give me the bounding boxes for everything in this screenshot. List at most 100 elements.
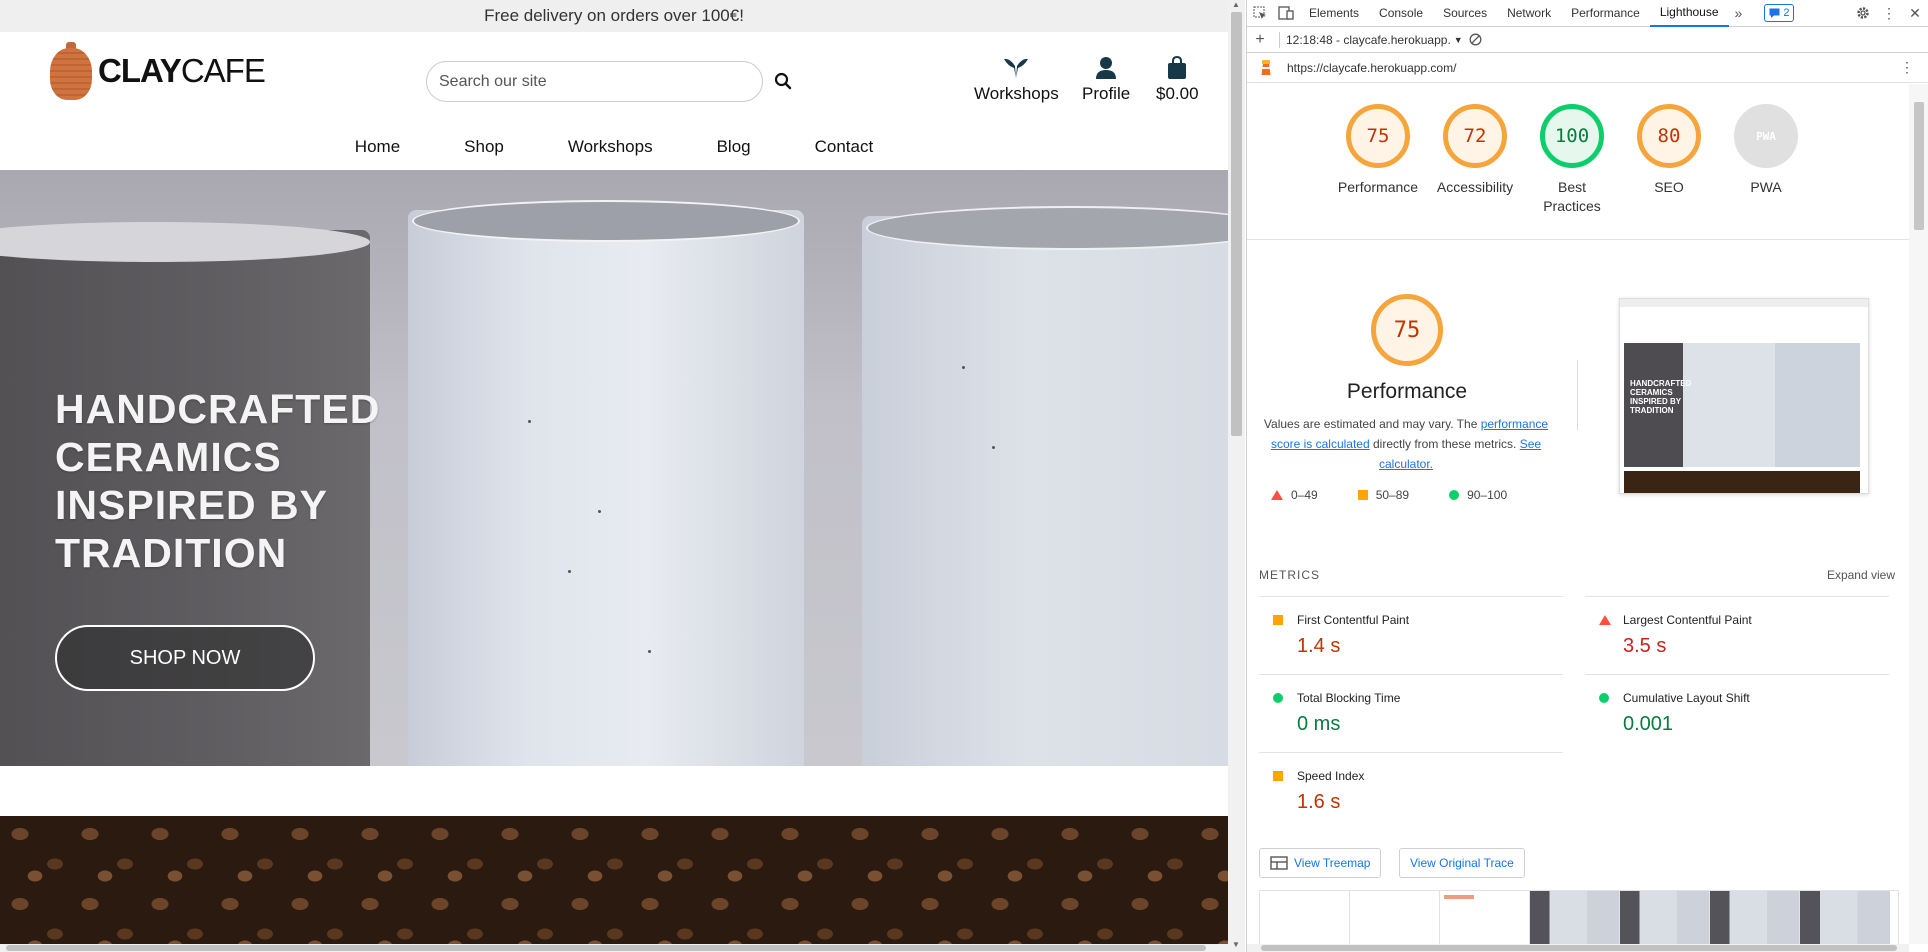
metric-cumulative-layout-shift: Cumulative Layout Shift 0.001 xyxy=(1585,674,1889,752)
shopping-bag-link[interactable]: $0.00 xyxy=(1156,56,1199,104)
workshops-icon xyxy=(1004,58,1029,78)
gauge-best-practices[interactable]: 100 Best Practices xyxy=(1525,104,1619,216)
report-dropdown-icon[interactable]: ▼ xyxy=(1454,35,1463,45)
site-header: CLAYCAFE Workshops Profile $0.00 xyxy=(0,32,1228,137)
nav-contact[interactable]: Contact xyxy=(783,137,906,171)
device-toolbar-icon[interactable] xyxy=(1273,0,1299,26)
search-icon xyxy=(774,72,792,90)
tab-console[interactable]: Console xyxy=(1369,0,1433,27)
performance-description: Values are estimated and may vary. The p… xyxy=(1263,417,1549,471)
fail-triangle-icon xyxy=(1271,490,1283,500)
fail-triangle-icon xyxy=(1599,615,1611,625)
delivery-banner: Free delivery on orders over 100€! xyxy=(0,0,1228,32)
logo-wordmark: CLAYCAFE xyxy=(98,52,266,89)
kebab-menu-icon[interactable]: ⋮ xyxy=(1876,0,1902,26)
gauge-seo[interactable]: 80 SEO xyxy=(1622,104,1716,197)
profile-label: Profile xyxy=(1082,84,1131,103)
view-original-trace-button[interactable]: View Original Trace xyxy=(1399,848,1525,878)
nav-home[interactable]: Home xyxy=(323,137,432,171)
expand-view-toggle[interactable]: Expand view xyxy=(1827,568,1895,582)
bag-total: $0.00 xyxy=(1156,84,1199,103)
average-square-icon xyxy=(1357,490,1368,500)
filmstrip-frame xyxy=(1440,891,1530,944)
delivery-banner-text: Free delivery on orders over 100€! xyxy=(484,6,744,25)
score-gauges: 75 Performance 72 Accessibility 100 Best… xyxy=(1247,84,1909,240)
metrics-header: METRICS Expand view xyxy=(1259,568,1895,582)
claycafe-logo[interactable]: CLAYCAFE xyxy=(48,42,266,100)
filmstrip-frame xyxy=(1710,891,1800,944)
gauge-performance[interactable]: 75 Performance xyxy=(1331,104,1425,197)
workshops-link[interactable]: Workshops xyxy=(974,56,1059,104)
filmstrip-frame xyxy=(1530,891,1620,944)
filmstrip-frame xyxy=(1260,891,1350,944)
tab-elements[interactable]: Elements xyxy=(1299,0,1369,27)
average-square-icon xyxy=(1273,615,1283,625)
pass-circle-icon xyxy=(1449,490,1460,500)
gauge-pwa[interactable]: PWA PWA xyxy=(1719,104,1813,197)
website-viewport: Free delivery on orders over 100€! CLAYC… xyxy=(0,0,1228,952)
filmstrip-frame xyxy=(1350,891,1440,944)
nav-workshops[interactable]: Workshops xyxy=(536,137,685,171)
site-search-input[interactable] xyxy=(426,61,763,102)
report-url[interactable]: https://claycafe.herokuapp.com/ xyxy=(1287,61,1456,75)
tab-lighthouse[interactable]: Lighthouse xyxy=(1649,0,1729,27)
filmstrip-frame xyxy=(1800,891,1890,944)
clay-pot-logo-icon xyxy=(48,42,94,100)
pass-circle-icon xyxy=(1273,693,1283,703)
report-selector[interactable]: 12:18:48 - claycafe.herokuapp. xyxy=(1286,33,1451,47)
hero-banner: HANDCRAFTED CERAMICS INSPIRED BY TRADITI… xyxy=(0,170,1228,766)
pwa-badge-icon: PWA xyxy=(1734,104,1798,168)
final-screenshot-thumbnail[interactable]: HANDCRAFTED CERAMICS INSPIRED BY TRADITI… xyxy=(1619,298,1869,494)
page-horizontal-scrollbar[interactable] xyxy=(0,944,1228,952)
metric-largest-contentful-paint: Largest Contentful Paint 3.5 s xyxy=(1585,596,1889,674)
treemap-icon xyxy=(1270,856,1288,870)
devtools-panel: Elements Console Sources Network Perform… xyxy=(1246,0,1928,952)
clear-all-icon[interactable] xyxy=(1463,27,1489,53)
average-square-icon xyxy=(1273,771,1283,781)
devtools-tab-bar: Elements Console Sources Network Perform… xyxy=(1247,0,1928,27)
scroll-up-arrow-icon[interactable]: ▲ xyxy=(1232,0,1240,9)
new-report-plus-icon[interactable]: + xyxy=(1247,27,1273,53)
tab-performance[interactable]: Performance xyxy=(1561,0,1650,27)
metric-first-contentful-paint: First Contentful Paint 1.4 s xyxy=(1259,596,1563,674)
scroll-down-arrow-icon[interactable]: ▼ xyxy=(1232,940,1240,949)
pass-circle-icon xyxy=(1599,693,1609,703)
profile-link[interactable]: Profile xyxy=(1082,56,1130,104)
lighthouse-icon xyxy=(1261,59,1271,75)
tab-network[interactable]: Network xyxy=(1497,0,1561,27)
devtools-horizontal-scrollbar[interactable] xyxy=(1247,944,1909,952)
issues-badge[interactable]: 2 xyxy=(1764,4,1795,22)
workshops-label: Workshops xyxy=(974,84,1059,103)
hero-title: HANDCRAFTED CERAMICS INSPIRED BY TRADITI… xyxy=(55,386,381,576)
white-jug-image xyxy=(408,200,804,766)
shop-now-button[interactable]: SHOP NOW xyxy=(55,625,315,691)
nav-shop[interactable]: Shop xyxy=(432,137,536,171)
report-url-bar: https://claycafe.herokuapp.com/ ⋮ xyxy=(1247,53,1928,83)
load-filmstrip xyxy=(1259,890,1899,944)
profile-icon xyxy=(1096,57,1117,79)
performance-heading: Performance xyxy=(1346,380,1468,403)
view-treemap-button[interactable]: View Treemap xyxy=(1259,848,1382,878)
gauge-accessibility[interactable]: 72 Accessibility xyxy=(1428,104,1522,197)
nav-blog[interactable]: Blog xyxy=(685,137,783,171)
close-icon[interactable]: ✕ xyxy=(1902,0,1928,26)
search-button[interactable] xyxy=(770,68,796,94)
lighthouse-toolbar: + 12:18:48 - claycafe.herokuapp. ▼ xyxy=(1247,27,1928,53)
tab-sources[interactable]: Sources xyxy=(1433,0,1497,27)
settings-gear-icon[interactable] xyxy=(1850,0,1876,26)
chat-issues-icon xyxy=(1769,8,1780,18)
coffee-beans-image xyxy=(0,816,1228,952)
performance-score-gauge: 75 xyxy=(1371,294,1443,366)
devtools-vertical-scrollbar[interactable] xyxy=(1909,84,1928,944)
main-nav: Home Shop Workshops Blog Contact xyxy=(0,137,1228,171)
white-jug-image-2 xyxy=(862,206,1228,766)
more-tabs-chevron-icon[interactable]: » xyxy=(1729,5,1749,21)
metric-total-blocking-time: Total Blocking Time 0 ms xyxy=(1259,674,1563,752)
filmstrip-frame xyxy=(1620,891,1710,944)
inspect-element-icon[interactable] xyxy=(1247,0,1273,26)
page-vertical-scrollbar[interactable]: ▲ ▼ xyxy=(1228,0,1245,952)
report-menu-icon[interactable]: ⋮ xyxy=(1900,59,1914,76)
shopping-bag-icon xyxy=(1168,56,1187,79)
metric-speed-index: Speed Index 1.6 s xyxy=(1259,752,1563,830)
score-legend: 0–49 50–89 90–100 xyxy=(1271,488,1507,502)
